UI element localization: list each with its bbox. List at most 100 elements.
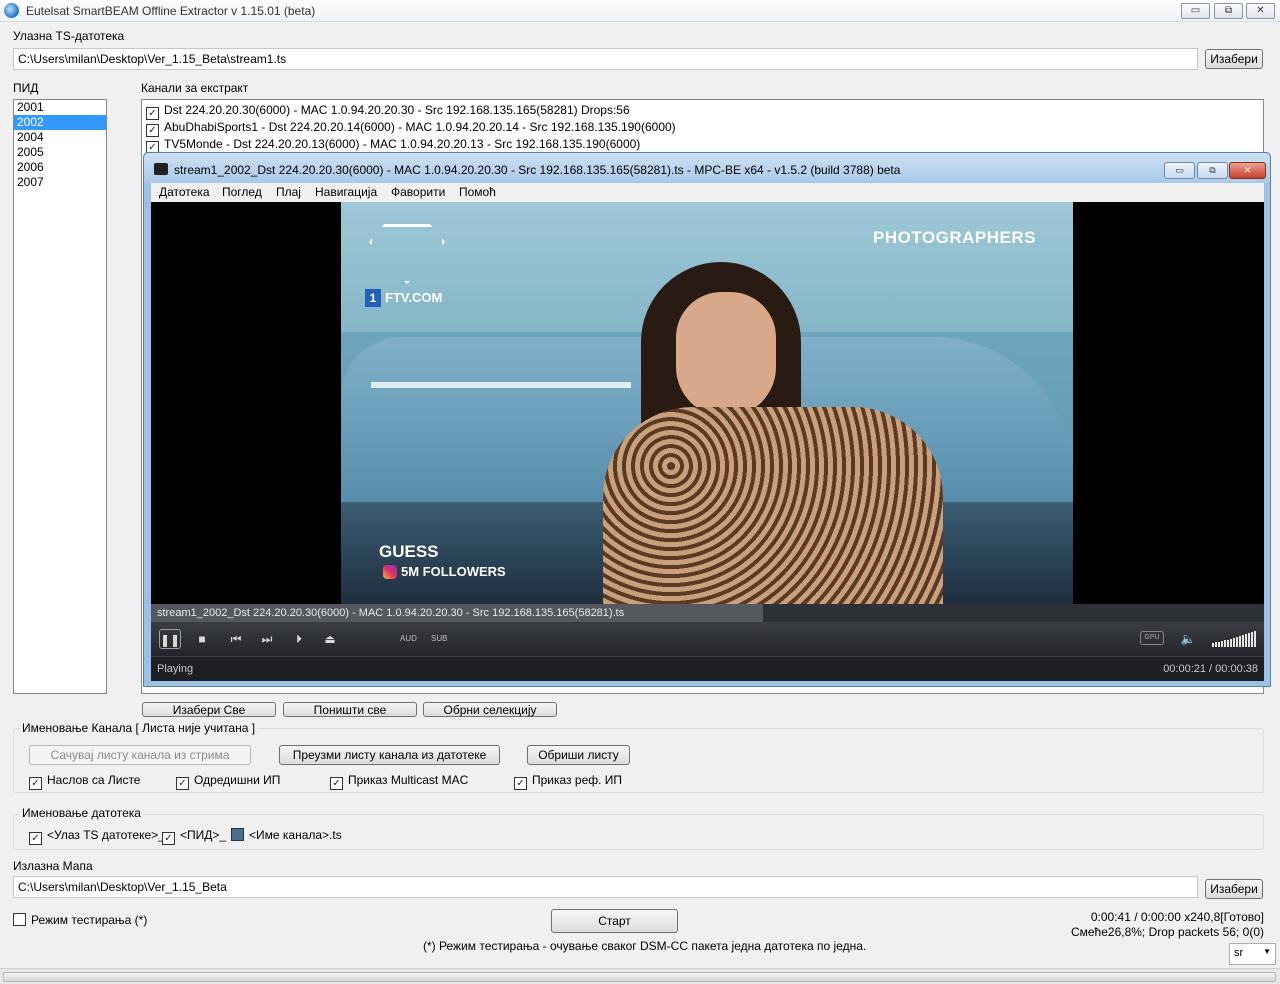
pid-list[interactable]: 2001 2002 2004 2005 2006 2007	[13, 99, 107, 694]
ftv-logo-text: FTV.COM	[385, 290, 443, 305]
pid-list-item[interactable]: 2002	[14, 115, 106, 130]
checkbox-icon[interactable]	[231, 828, 244, 841]
video-frame: 1 FTV.COM PHOTOGRAPHERS GUESS 5M FOLLOWE…	[341, 202, 1073, 604]
maximize-button[interactable]: ⧉	[1214, 3, 1243, 19]
player-menu-item[interactable]: Поглед	[222, 185, 262, 199]
volume-slider[interactable]	[1212, 631, 1256, 647]
pause-icon[interactable]: ❚❚	[159, 629, 181, 649]
overlay-followers: 5M FOLLOWERS	[401, 564, 506, 579]
pid-list-item[interactable]: 2004	[14, 130, 106, 145]
eject-icon[interactable]: ⏏	[321, 629, 339, 649]
test-mode-checkbox[interactable]: Режим тестирања (*)	[13, 913, 147, 927]
load-channel-list-button[interactable]: Преузми листу канала из датотеке	[279, 745, 500, 765]
title-bar: Eutelsat SmartBEAM Offline Extractor v 1…	[0, 0, 1280, 22]
option-label: Приказ Multicast MAC	[348, 773, 469, 787]
previous-icon[interactable]: ⏮	[227, 629, 245, 649]
checkbox-icon[interactable]: ✓	[29, 777, 42, 790]
checkbox-icon[interactable]: ✓	[330, 777, 343, 790]
file-naming-option[interactable]: ✓ <ПИД>_	[162, 828, 226, 845]
volume-icon[interactable]: 🔈	[1178, 629, 1198, 649]
chevron-down-icon: ▼	[1263, 947, 1271, 956]
overlay-brand: GUESS	[379, 542, 439, 561]
output-folder-field[interactable]: C:\Users\milan\Desktop\Ver_1.15_Beta	[13, 876, 1198, 898]
input-file-label: Улазна TS-датотека	[13, 29, 125, 43]
clear-all-button[interactable]: Поништи све	[283, 702, 417, 717]
channel-naming-option[interactable]: ✓ Приказ реф. ИП	[514, 773, 622, 790]
stop-icon[interactable]: ■	[193, 629, 211, 649]
option-label: <Име канала>.ts	[249, 828, 342, 842]
save-channel-list-button[interactable]: Сачувај листу канала из стрима	[29, 745, 251, 765]
checkbox-icon[interactable]: ✓	[176, 777, 189, 790]
select-all-button[interactable]: Изабери Све	[142, 702, 276, 717]
close-button[interactable]: ✕	[1246, 3, 1275, 19]
leopard-top-shape	[603, 407, 943, 604]
subtitle-button[interactable]: SUB	[431, 634, 447, 643]
checkbox-icon[interactable]: ✓	[514, 777, 527, 790]
app-icon	[4, 3, 19, 18]
player-menu-item[interactable]: Датотека	[159, 185, 210, 199]
next-icon[interactable]: ⏭	[258, 629, 276, 649]
option-label: <ПИД>_	[180, 828, 227, 842]
file-naming-option[interactable]: <Име канала>.ts	[231, 828, 342, 842]
pid-list-item[interactable]: 2005	[14, 145, 106, 160]
channel-label: TV5Monde - Dst 224.20.20.13(6000) - MAC …	[164, 137, 641, 151]
player-menu-bar: Датотека Поглед Плај Навигација Фаворити Помо…	[151, 183, 1264, 202]
checkbox-icon[interactable]: ✓	[29, 832, 42, 845]
player-minimize-button[interactable]: ▭	[1164, 162, 1195, 179]
horizontal-scrollbar[interactable]	[0, 968, 1280, 984]
playback-time: 00:00:21 / 00:00:38	[1163, 663, 1258, 675]
player-close-button[interactable]: ✕	[1229, 162, 1266, 179]
pid-list-item[interactable]: 2007	[14, 175, 106, 190]
progress-status-line1: 0:00:41 / 0:00:00 x240,8[Готово]	[1090, 910, 1264, 924]
player-menu-item[interactable]: Плај	[276, 185, 301, 199]
channel-badge: 1	[365, 289, 381, 307]
channel-label: Dst 224.20.20.30(6000) - MAC 1.0.94.20.2…	[164, 103, 630, 117]
scrollbar-thumb[interactable]	[3, 972, 1276, 982]
frame-step-icon[interactable]: ⏵	[290, 629, 308, 649]
chrome-trim-shape	[371, 382, 631, 388]
file-naming-option[interactable]: ✓ <Улаз TS датотеке>_	[29, 828, 165, 845]
invert-selection-button[interactable]: Обрни селекцију	[423, 702, 557, 717]
player-controls: ❚❚ ■ ⏮ ⏭ ⏵ ⏏ AUD SUB GPU 🔈	[151, 622, 1264, 656]
audio-track-button[interactable]: AUD	[400, 634, 417, 643]
player-menu-item[interactable]: Навигација	[315, 185, 377, 199]
pid-list-item[interactable]: 2001	[14, 100, 106, 115]
option-label: Одредишни ИП	[194, 773, 281, 787]
language-select[interactable]: sr ▼	[1229, 943, 1276, 965]
test-mode-label: Режим тестирања (*)	[31, 913, 148, 927]
channel-label: AbuDhabiSports1 - Dst 224.20.20.14(6000)…	[164, 120, 676, 134]
player-maximize-button[interactable]: ⧉	[1197, 162, 1228, 179]
channel-naming-option[interactable]: ✓ Наслов са Листе	[29, 773, 140, 790]
player-menu-item[interactable]: Помоћ	[459, 185, 496, 199]
start-button[interactable]: Старт	[551, 909, 678, 933]
option-label: <Улаз TS датотеке>_	[47, 828, 165, 842]
player-menu-item[interactable]: Фаворити	[391, 185, 445, 199]
delete-list-button[interactable]: Обриши листу	[527, 745, 630, 765]
output-folder-label: Излазна Мапа	[13, 859, 93, 873]
language-value: sr	[1234, 947, 1244, 959]
minimize-button[interactable]: ▭	[1181, 3, 1210, 19]
progress-status-line2: Смеће26,8%; Drop packets 56; 0(0)	[1070, 925, 1264, 939]
channel-list-item[interactable]: ✓ AbuDhabiSports1 - Dst 224.20.20.14(6000…	[146, 119, 676, 137]
channels-label: Канали за екстракт	[141, 81, 249, 95]
channel-naming-option[interactable]: ✓ Одредишни ИП	[176, 773, 280, 790]
input-browse-button[interactable]: Изабери	[1205, 49, 1263, 69]
clapperboard-icon	[154, 163, 168, 175]
channel-list-item[interactable]: ✓ Dst 224.20.20.30(6000) - MAC 1.0.94.20.…	[146, 102, 630, 120]
video-area[interactable]: 1 FTV.COM PHOTOGRAPHERS GUESS 5M FOLLOWE…	[151, 202, 1264, 604]
pid-list-item[interactable]: 2006	[14, 160, 106, 175]
checkbox-icon[interactable]: ✓	[162, 832, 175, 845]
input-file-field[interactable]: C:\Users\milan\Desktop\Ver_1.15_Beta\str…	[13, 48, 1198, 70]
output-browse-button[interactable]: Изабери	[1205, 879, 1263, 899]
channel-naming-option[interactable]: ✓ Приказ Multicast MAC	[330, 773, 468, 790]
seek-bar[interactable]: stream1_2002_Dst 224.20.20.30(6000) - MA…	[151, 604, 1264, 622]
overlay-title: PHOTOGRAPHERS	[873, 228, 1036, 247]
option-label: Наслов са Листе	[47, 773, 141, 787]
video-player-window[interactable]: stream1_2002_Dst 224.20.20.30(6000) - MA…	[143, 152, 1271, 687]
channel-list-item[interactable]: ✓ TV5Monde - Dst 224.20.20.13(6000) - MAC…	[146, 136, 641, 154]
playback-status: Playing	[157, 663, 194, 675]
test-mode-box[interactable]	[13, 913, 26, 926]
instagram-icon	[383, 565, 397, 579]
seek-filename: stream1_2002_Dst 224.20.20.30(6000) - MA…	[157, 607, 625, 619]
player-title-bar: stream1_2002_Dst 224.20.20.30(6000) - MA…	[144, 153, 1270, 183]
